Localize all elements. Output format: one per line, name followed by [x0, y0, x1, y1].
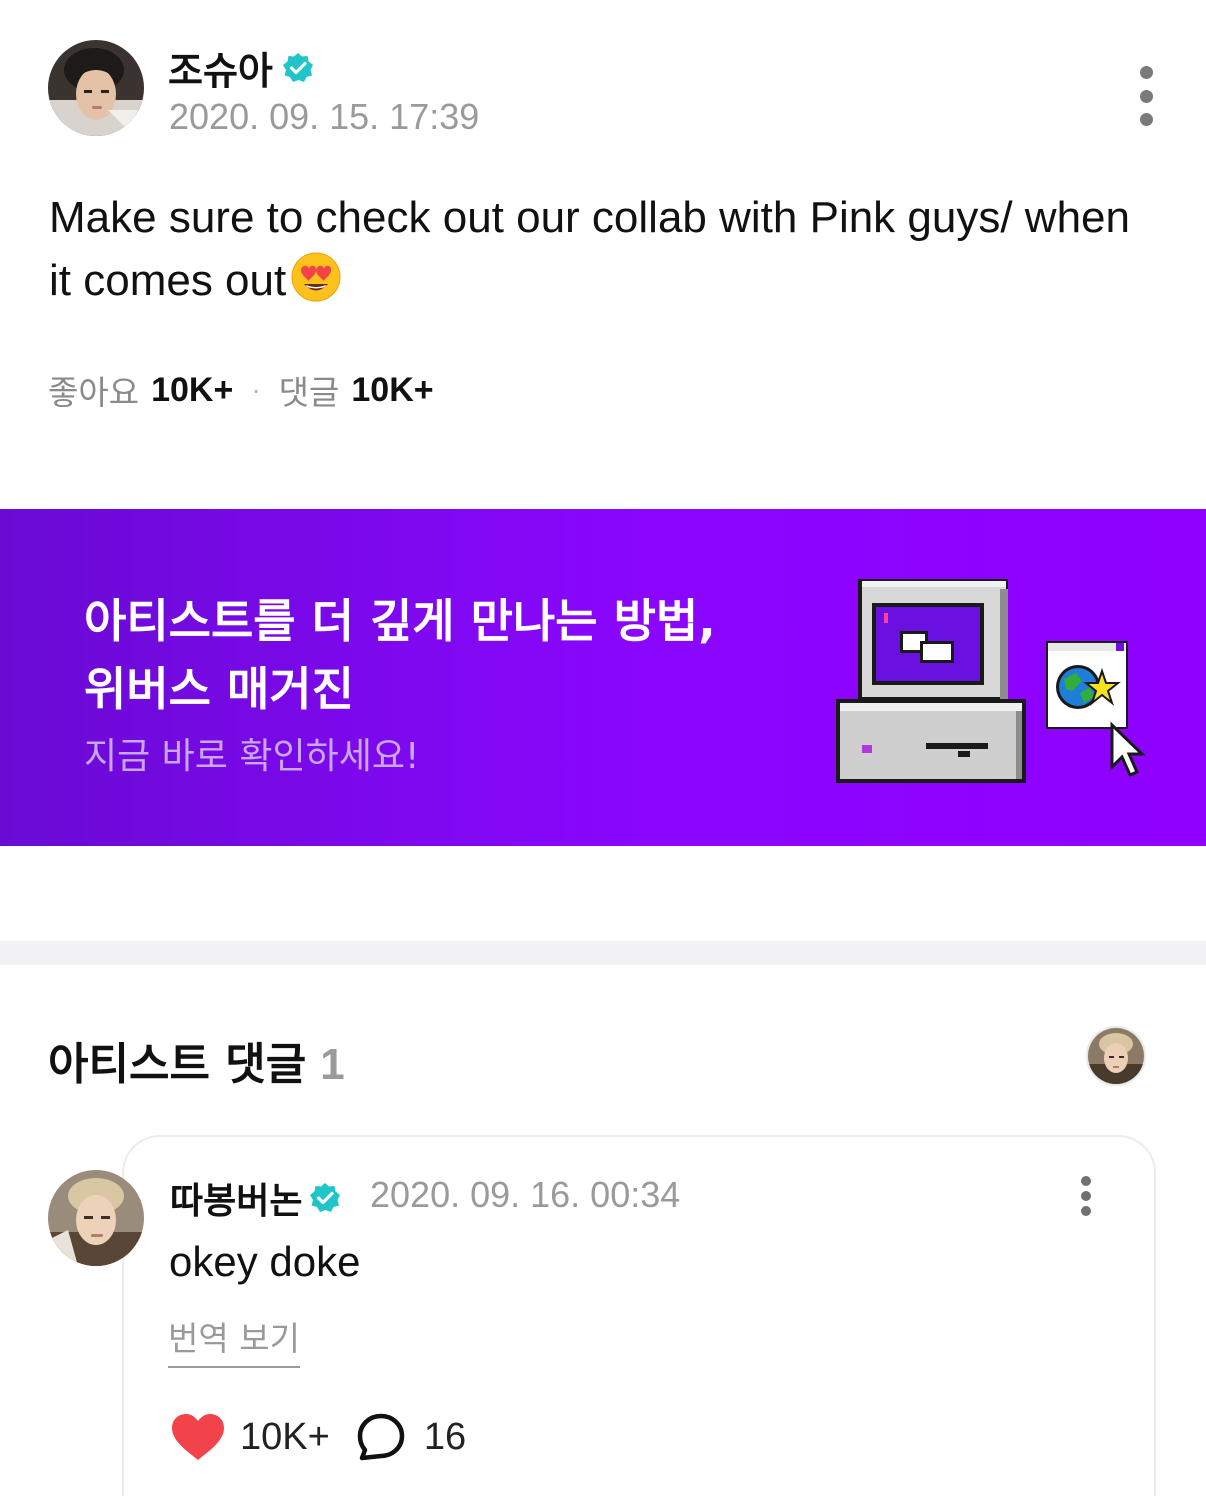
post-header: 조슈아 2020. 09. 15. 17:39: [48, 40, 1158, 140]
comment-text: okey doke: [169, 1238, 361, 1285]
comment-more-options-icon[interactable]: [1078, 1176, 1094, 1216]
post-stats: 좋아요 10K+ · 댓글 10K+: [48, 366, 434, 414]
banner-title: 아티스트를 더 깊게 만나는 방법, 위버스 매거진: [84, 594, 716, 716]
post-body-text: Make sure to check out our collab with P…: [49, 193, 1130, 305]
likes-count[interactable]: 10K+: [151, 371, 233, 410]
reply-button[interactable]: 16: [356, 1412, 466, 1462]
post-body: Make sure to check out our collab with P…: [49, 186, 1149, 312]
artist-comments-heading: 아티스트 댓글 1: [48, 1028, 345, 1092]
post-more-options-icon[interactable]: [1134, 66, 1158, 126]
verified-badge-icon: [310, 1183, 341, 1212]
like-button[interactable]: 10K+: [170, 1412, 330, 1462]
author-name-text: 조슈아: [168, 49, 273, 93]
magazine-promo-banner[interactable]: 아티스트를 더 깊게 만나는 방법, 위버스 매거진 지금 바로 확인하세요!: [0, 509, 1206, 846]
verified-badge-icon: [282, 52, 313, 82]
artist-comments-count: 1: [320, 1040, 345, 1089]
reply-count: 16: [423, 1415, 467, 1458]
likes-label[interactable]: 좋아요: [48, 366, 139, 414]
artist-comments-title: 아티스트 댓글: [48, 1039, 307, 1090]
section-divider: [0, 941, 1206, 965]
retro-computer-icon: [836, 579, 1146, 783]
speech-bubble-icon: [357, 1413, 405, 1461]
heart-eyes-emoji-icon: [291, 252, 341, 302]
comment-author[interactable]: 따봉버논: [170, 1172, 342, 1224]
author-avatar[interactable]: [48, 40, 144, 136]
banner-subtitle: 지금 바로 확인하세요!: [84, 736, 420, 777]
comment-actions: 10K+ 16: [170, 1412, 466, 1462]
comments-label[interactable]: 댓글: [279, 366, 340, 414]
author-name[interactable]: 조슈아: [168, 40, 315, 95]
heart-icon: [172, 1414, 224, 1460]
comment-timestamp: 2020. 09. 16. 00:34: [370, 1174, 681, 1215]
comments-count[interactable]: 10K+: [351, 371, 433, 410]
comment-author-avatar[interactable]: [48, 1170, 144, 1266]
commenter-avatar-small[interactable]: [1086, 1026, 1146, 1086]
like-count: 10K+: [240, 1415, 330, 1458]
translate-link[interactable]: 번역 보기: [168, 1312, 300, 1368]
post-timestamp: 2020. 09. 15. 17:39: [169, 96, 480, 137]
stats-separator: ·: [251, 374, 261, 405]
comment-author-name: 따봉버논: [170, 1181, 303, 1222]
